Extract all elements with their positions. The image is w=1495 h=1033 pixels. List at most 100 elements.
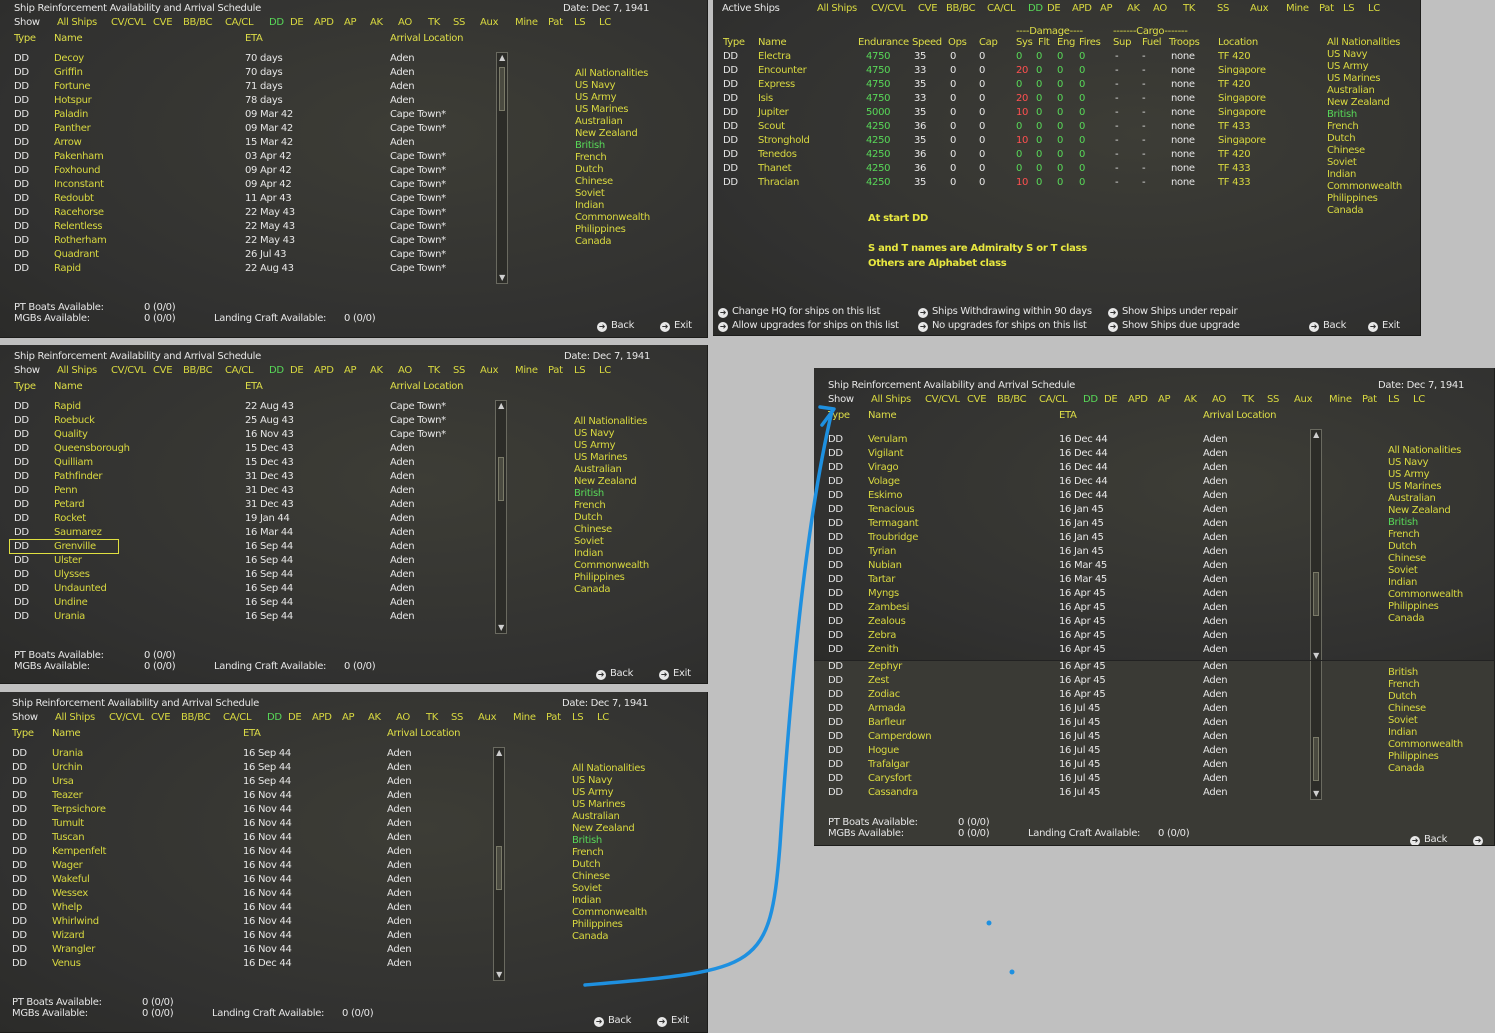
- filter-cv-cvl[interactable]: CV/CVL: [871, 3, 906, 15]
- filter-aux[interactable]: Aux: [480, 365, 499, 377]
- cell-name[interactable]: Hogue: [868, 744, 899, 757]
- nationality-us-marines[interactable]: US Marines: [1327, 73, 1381, 85]
- due-upgrade-option[interactable]: ➜ Show Ships due upgrade: [1108, 320, 1240, 332]
- filter-ss[interactable]: SS: [1267, 394, 1279, 406]
- nationality-philippines[interactable]: Philippines: [574, 572, 625, 584]
- cell-name[interactable]: Volage: [868, 475, 900, 488]
- cell-name[interactable]: Camperdown: [868, 730, 932, 743]
- filter-de[interactable]: DE: [1047, 3, 1061, 15]
- cell-name[interactable]: Stronghold: [758, 134, 810, 147]
- scroll-thumb[interactable]: [498, 457, 504, 501]
- nationality-chinese[interactable]: Chinese: [1388, 553, 1426, 565]
- cell-name[interactable]: Wessex: [52, 887, 88, 900]
- filter-ap[interactable]: AP: [344, 365, 357, 377]
- allow-upgrades-option[interactable]: ➜ Allow upgrades for ships on this list: [718, 320, 899, 332]
- filter-lc[interactable]: LC: [597, 712, 609, 724]
- nationality-philippines[interactable]: Philippines: [1388, 751, 1439, 763]
- nationality-chinese[interactable]: Chinese: [1388, 703, 1426, 715]
- filter-apd[interactable]: APD: [1072, 3, 1092, 15]
- filter-ap[interactable]: AP: [1158, 394, 1171, 406]
- scrollbar[interactable]: ▼: [1310, 656, 1322, 800]
- cell-name[interactable]: Rapid: [54, 400, 81, 413]
- header-ops[interactable]: Ops: [948, 37, 967, 49]
- cell-name[interactable]: Queensborough: [54, 442, 130, 455]
- table-row[interactable]: Rapid DD 22 Aug 43 Cape Town*: [0, 262, 707, 276]
- filter-ca-cl[interactable]: CA/CL: [223, 712, 252, 724]
- nationality-philippines[interactable]: Philippines: [1327, 193, 1378, 205]
- filter-ao[interactable]: AO: [1153, 3, 1167, 15]
- filter-all-ships[interactable]: All Ships: [817, 3, 857, 15]
- table-row[interactable]: Venus DD 16 Dec 44 Aden: [0, 957, 707, 971]
- cell-name[interactable]: Verulam: [868, 433, 908, 446]
- cell-name[interactable]: Zephyr: [868, 660, 902, 673]
- header-eta[interactable]: ETA: [245, 381, 263, 393]
- cell-name[interactable]: Arrow: [54, 136, 82, 149]
- header-arrival[interactable]: Arrival Location: [1203, 410, 1276, 422]
- table-row[interactable]: Decoy DD 70 days Aden: [0, 52, 707, 66]
- nationality-french[interactable]: French: [574, 500, 606, 512]
- cell-name[interactable]: Pakenham: [54, 150, 104, 163]
- cell-name[interactable]: Nubian: [868, 559, 902, 572]
- cell-name[interactable]: Barfleur: [868, 716, 906, 729]
- scroll-thumb[interactable]: [499, 67, 505, 111]
- filter-ss[interactable]: SS: [451, 712, 463, 724]
- nationality-chinese[interactable]: Chinese: [574, 524, 612, 536]
- filter-mine[interactable]: Mine: [515, 365, 538, 377]
- filter-bb-bc[interactable]: BB/BC: [997, 394, 1027, 406]
- nationality-new-zealand[interactable]: New Zealand: [574, 476, 637, 488]
- cell-name[interactable]: Wrangler: [52, 943, 95, 956]
- table-row[interactable]: Undine DD 16 Sep 44 Aden: [0, 596, 707, 610]
- nationality-all-nationalities[interactable]: All Nationalities: [575, 68, 648, 80]
- filter-ap[interactable]: AP: [342, 712, 355, 724]
- change-hq-option[interactable]: ➜ Change HQ for ships on this list: [718, 306, 880, 318]
- nationality-dutch[interactable]: Dutch: [575, 164, 604, 176]
- nationality-soviet[interactable]: Soviet: [1327, 157, 1357, 169]
- nationality-soviet[interactable]: Soviet: [572, 883, 602, 895]
- filter-dd[interactable]: DD: [1083, 394, 1098, 406]
- filter-pat[interactable]: Pat: [1362, 394, 1377, 406]
- nationality-us-army[interactable]: US Army: [574, 440, 615, 452]
- exit-button[interactable]: ➜: [1473, 834, 1487, 845]
- filter-ak[interactable]: AK: [370, 17, 383, 29]
- nationality-us-navy[interactable]: US Navy: [1327, 49, 1368, 61]
- nationality-us-navy[interactable]: US Navy: [574, 428, 615, 440]
- cell-name[interactable]: Carysfort: [868, 772, 912, 785]
- nationality-us-navy[interactable]: US Navy: [1388, 457, 1429, 469]
- nationality-british[interactable]: British: [572, 835, 602, 847]
- filter-ca-cl[interactable]: CA/CL: [987, 3, 1016, 15]
- filter-pat[interactable]: Pat: [548, 365, 563, 377]
- cell-name[interactable]: Cassandra: [868, 786, 918, 799]
- cell-name[interactable]: Inconstant: [54, 178, 104, 191]
- filter-bb-bc[interactable]: BB/BC: [946, 3, 976, 15]
- cell-name[interactable]: Terpsichore: [52, 803, 106, 816]
- filter-ls[interactable]: LS: [572, 712, 584, 724]
- nationality-new-zealand[interactable]: New Zealand: [572, 823, 635, 835]
- cell-name[interactable]: Quadrant: [54, 248, 99, 261]
- header-flt[interactable]: Flt: [1038, 37, 1050, 49]
- cell-name[interactable]: Armada: [868, 702, 906, 715]
- cell-name[interactable]: Electra: [758, 50, 791, 63]
- filter-apd[interactable]: APD: [312, 712, 332, 724]
- filter-cv-cvl[interactable]: CV/CVL: [111, 365, 146, 377]
- filter-ca-cl[interactable]: CA/CL: [225, 365, 254, 377]
- nationality-chinese[interactable]: Chinese: [575, 176, 613, 188]
- nationality-indian[interactable]: Indian: [572, 895, 601, 907]
- header-troops[interactable]: Troops: [1169, 37, 1200, 49]
- cell-name[interactable]: Penn: [54, 484, 78, 497]
- nationality-dutch[interactable]: Dutch: [1388, 541, 1417, 553]
- nationality-french[interactable]: French: [572, 847, 604, 859]
- nationality-dutch[interactable]: Dutch: [1388, 691, 1417, 703]
- filter-ap[interactable]: AP: [344, 17, 357, 29]
- table-row[interactable]: DD Isis 4750 33 0 0 20 0 0 0 - - none Singapore: [713, 92, 1420, 106]
- nationality-commonwealth[interactable]: Commonwealth: [572, 907, 647, 919]
- nationality-soviet[interactable]: Soviet: [575, 188, 605, 200]
- header-eta[interactable]: ETA: [245, 33, 263, 45]
- nationality-australian[interactable]: Australian: [574, 464, 622, 476]
- filter-dd[interactable]: DD: [1028, 3, 1043, 15]
- table-row[interactable]: Rapid DD 22 Aug 43 Cape Town*: [0, 400, 707, 414]
- nationality-chinese[interactable]: Chinese: [1327, 145, 1365, 157]
- filter-aux[interactable]: Aux: [478, 712, 497, 724]
- nationality-canada[interactable]: Canada: [572, 931, 609, 943]
- back-button[interactable]: ➜ Back: [1410, 834, 1447, 845]
- nationality-dutch[interactable]: Dutch: [572, 859, 601, 871]
